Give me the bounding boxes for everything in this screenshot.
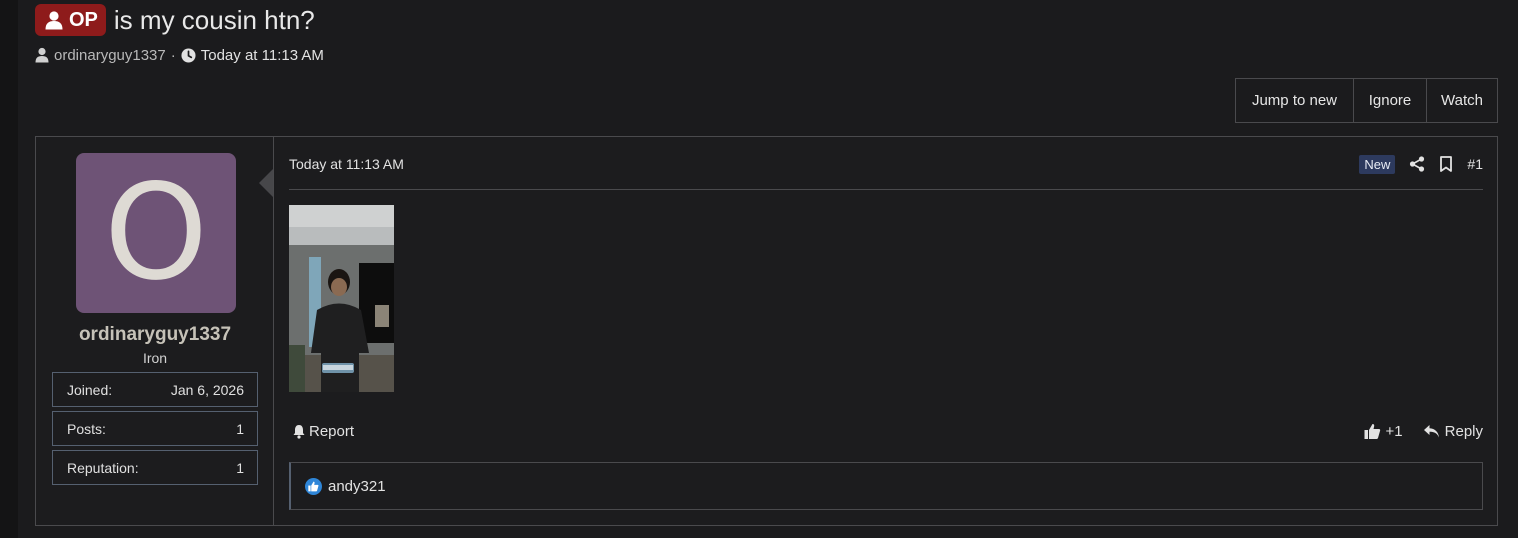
stat-label: Reputation:: [67, 459, 139, 476]
op-badge: OP: [35, 4, 106, 36]
post-user-panel: O ordinaryguy1337 Iron Joined: Jan 6, 20…: [36, 137, 274, 525]
user-rank: Iron: [142, 350, 168, 366]
thread-title: is my cousin htn?: [113, 4, 315, 35]
stat-value: 1: [236, 459, 244, 476]
stat-reputation: Reputation: 1: [52, 450, 258, 485]
photo-image: [289, 205, 394, 392]
share-icon[interactable]: [1409, 156, 1425, 172]
left-gutter: [0, 0, 18, 538]
stat-label: Posts:: [67, 420, 106, 437]
post-footer: Report +1 Reply: [289, 420, 1483, 442]
thread-title-row: OP is my cousin htn?: [35, 3, 315, 37]
stat-value: Jan 6, 2026: [170, 381, 244, 398]
reply-icon: [1423, 424, 1439, 437]
post-footer-actions: +1 Reply: [1364, 423, 1483, 440]
stat-joined: Joined: Jan 6, 2026: [52, 372, 258, 407]
thumbs-up-icon: [1364, 423, 1380, 439]
attached-photo[interactable]: [289, 205, 394, 392]
meta-separator: ·: [170, 46, 176, 64]
post-username[interactable]: ordinaryguy1337: [36, 324, 274, 346]
thread-actions: Jump to new Ignore Watch: [1235, 78, 1498, 123]
reactions-bar: andy321: [289, 462, 1483, 510]
reply-button[interactable]: Reply: [1423, 423, 1483, 440]
jump-to-new-button[interactable]: Jump to new: [1236, 79, 1354, 122]
ignore-button[interactable]: Ignore: [1354, 79, 1427, 122]
post-content: Today at 11:13 AM New #1 Report +1 Reply…: [289, 137, 1483, 525]
like-button[interactable]: +1: [1364, 423, 1403, 440]
reply-label: Reply: [1444, 422, 1483, 440]
user-panel-arrow: [259, 169, 273, 197]
stat-value: 1: [236, 420, 244, 437]
avatar[interactable]: O: [76, 153, 236, 313]
stat-posts: Posts: 1: [52, 411, 258, 446]
post-number-link[interactable]: #1: [1467, 156, 1483, 172]
bell-icon: [293, 424, 305, 439]
bookmark-icon[interactable]: [1439, 156, 1453, 172]
post-date-link[interactable]: Today at 11:13 AM: [289, 156, 404, 172]
reaction-users-link[interactable]: andy321: [328, 478, 386, 495]
post-header-divider: [289, 189, 1483, 190]
stat-label: Joined:: [67, 381, 113, 398]
user-icon: [45, 11, 63, 30]
new-badge: New: [1359, 154, 1396, 174]
post-header: Today at 11:13 AM New #1: [289, 149, 1483, 179]
avatar-letter: O: [104, 156, 208, 310]
post-header-actions: New #1: [1359, 154, 1483, 174]
thread-time-link[interactable]: Today at 11:13 AM: [201, 47, 324, 64]
like-reaction-icon: [305, 477, 322, 495]
thread-author-link[interactable]: ordinaryguy1337: [54, 47, 166, 64]
author-icon: [35, 47, 49, 63]
watch-button[interactable]: Watch: [1427, 79, 1497, 122]
report-button[interactable]: Report: [292, 423, 354, 440]
thread-meta: ordinaryguy1337 · Today at 11:13 AM: [35, 45, 324, 65]
post: O ordinaryguy1337 Iron Joined: Jan 6, 20…: [35, 136, 1498, 526]
op-badge-label: OP: [69, 8, 98, 31]
like-count: +1: [1385, 422, 1403, 440]
report-label: Report: [309, 422, 355, 440]
clock-icon: [181, 47, 196, 63]
